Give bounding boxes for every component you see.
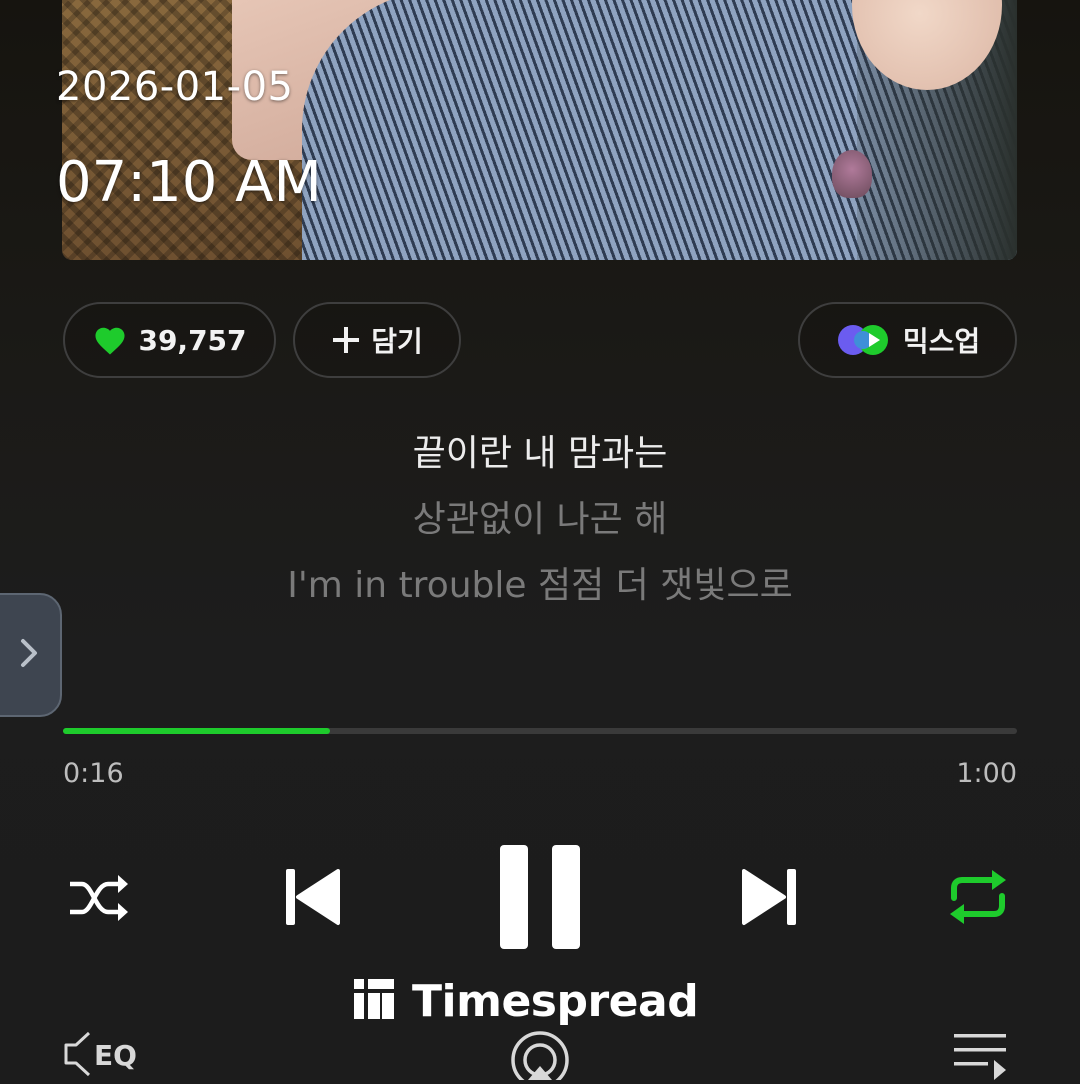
repeat-icon — [946, 868, 1010, 930]
cast-button[interactable] — [508, 1028, 572, 1084]
progress-fill — [63, 728, 331, 734]
timespread-logo-icon — [352, 977, 396, 1025]
total-time: 1:00 — [956, 758, 1017, 789]
repeat-button[interactable] — [944, 868, 1012, 930]
mixup-icon — [835, 322, 893, 358]
next-icon — [740, 865, 800, 933]
cast-icon — [508, 1031, 572, 1084]
lyric-next-line[interactable]: 상관없이 나곤 해 — [0, 490, 1080, 542]
shuffle-button[interactable] — [66, 872, 132, 928]
like-count: 39,757 — [138, 323, 247, 357]
time-label: 07:10 AM — [56, 150, 322, 215]
lyric-current-line[interactable]: 끝이란 내 맘과는 — [0, 424, 1080, 476]
heart-icon — [92, 324, 128, 356]
previous-button[interactable] — [280, 866, 344, 932]
brand-name: Timespread — [412, 975, 699, 1027]
playlist-button[interactable] — [950, 1030, 1010, 1080]
progress-bar[interactable] — [63, 728, 1017, 734]
like-button[interactable]: 39,757 — [63, 302, 276, 378]
previous-icon — [282, 865, 342, 933]
current-time: 0:16 — [63, 758, 124, 789]
mixup-label: 믹스업 — [902, 325, 981, 358]
pause-icon — [497, 843, 583, 955]
shuffle-icon — [66, 872, 132, 928]
mixup-button[interactable]: 믹스업 — [798, 302, 1017, 378]
album-art[interactable] — [62, 0, 1017, 260]
pause-button[interactable] — [496, 844, 584, 954]
add-label: 담기 — [371, 325, 423, 358]
playlist-icon — [950, 1034, 1010, 1084]
plus-icon — [331, 325, 361, 355]
eq-icon — [62, 1029, 92, 1081]
add-to-playlist-button[interactable]: 담기 — [293, 302, 461, 378]
lyric-following-line[interactable]: I'm in trouble 점점 더 잿빛으로 — [0, 556, 1080, 608]
side-panel-toggle[interactable] — [0, 593, 62, 717]
eq-label: EQ — [94, 1038, 137, 1072]
chevron-right-icon — [18, 636, 40, 674]
timespread-watermark: Timespread — [352, 975, 699, 1027]
next-button[interactable] — [738, 866, 802, 932]
date-label: 2026-01-05 — [56, 64, 294, 110]
equalizer-button[interactable]: EQ — [62, 1030, 137, 1080]
